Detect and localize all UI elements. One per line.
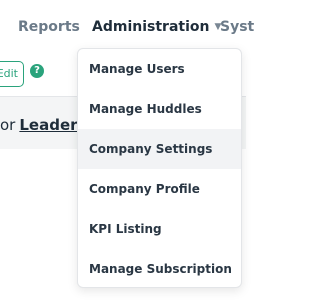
menu-item-manage-subscription[interactable]: Manage Subscription <box>78 249 241 287</box>
question-circle-icon[interactable]: ? <box>30 64 44 78</box>
top-navigation: Reports Administration ▼ Syst <box>0 0 254 54</box>
administration-dropdown-menu: Manage Users Manage Huddles Company Sett… <box>77 48 242 288</box>
menu-item-kpi-listing[interactable]: KPI Listing <box>78 209 241 249</box>
menu-item-company-settings[interactable]: Company Settings <box>78 129 241 169</box>
nav-administration-label: Administration <box>92 19 210 35</box>
nav-reports[interactable]: Reports <box>18 19 80 35</box>
edit-button[interactable]: Edit <box>0 61 24 87</box>
nav-administration[interactable]: Administration ▼ <box>92 19 221 35</box>
banner-prefix: or <box>0 116 16 134</box>
menu-item-company-profile[interactable]: Company Profile <box>78 169 241 209</box>
banner-text: or Leaders <box>0 117 86 133</box>
nav-system[interactable]: Syst <box>220 19 254 35</box>
menu-item-manage-huddles[interactable]: Manage Huddles <box>78 89 241 129</box>
menu-item-manage-users[interactable]: Manage Users <box>78 49 241 89</box>
